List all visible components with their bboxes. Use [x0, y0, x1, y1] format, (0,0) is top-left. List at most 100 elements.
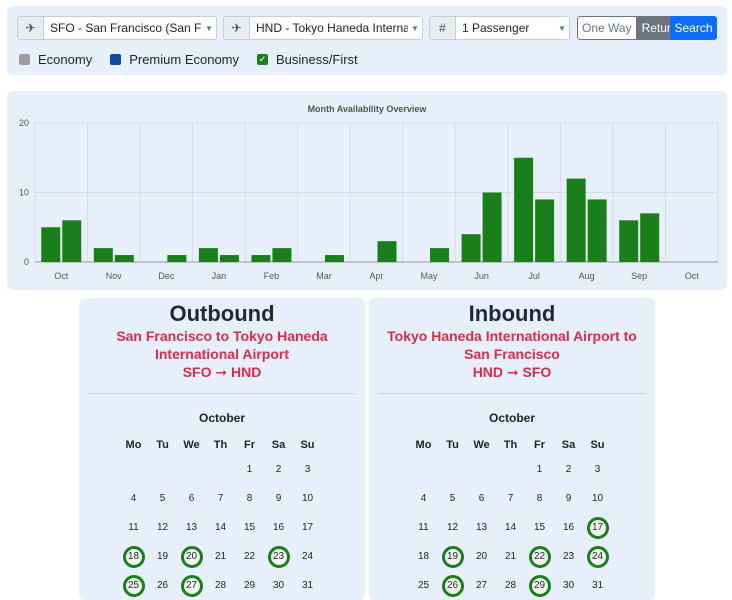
hash-icon: # — [430, 17, 456, 39]
week-row: 25 26 27 28 29 30 31 — [409, 571, 612, 600]
x-tick-label: Nov — [106, 271, 123, 281]
bar — [430, 248, 450, 262]
x-tick-label: Apr — [369, 271, 383, 281]
inbound-route-cont: San Francisco — [464, 346, 560, 362]
day: 2 — [565, 464, 572, 475]
empty-day — [438, 455, 467, 484]
cabin-filter: Economy Premium Economy ✓ Business/First — [19, 52, 366, 67]
origin-select[interactable]: ✈ SFO - San Francisco (San Fra... ▼ — [17, 16, 217, 40]
empty-day — [119, 455, 148, 484]
weekday-header: Mo Tu We Th Fr Sa Su — [409, 435, 612, 455]
weekday-header: Mo Tu We Th Fr Sa Su — [119, 435, 322, 455]
day-available[interactable]: 29 — [525, 571, 554, 600]
day: 10 — [591, 493, 604, 504]
day-available[interactable]: 26 — [438, 571, 467, 600]
empty-day — [177, 455, 206, 484]
day-available[interactable]: 23 — [264, 542, 293, 571]
bar — [377, 241, 397, 262]
passengers-select[interactable]: # 1 Passenger ▼ — [429, 16, 570, 40]
x-tick-label: Dec — [158, 271, 175, 281]
x-tick-label: May — [421, 271, 439, 281]
day: 9 — [275, 493, 282, 504]
day: 9 — [565, 493, 572, 504]
week-row: 4 5 6 7 8 9 10 — [119, 484, 322, 513]
day: 19 — [156, 551, 169, 562]
search-panel: ✈ SFO - San Francisco (San Fra... ▼ ✈ HN… — [7, 6, 727, 75]
chevron-down-icon: ▼ — [558, 23, 566, 33]
day: 6 — [478, 493, 485, 504]
week-row: 11 12 13 14 15 16 17 — [119, 513, 322, 542]
bar — [514, 157, 534, 262]
day-available[interactable]: 25 — [119, 571, 148, 600]
bar — [198, 248, 218, 262]
inbound-day-grid: Mo Tu We Th Fr Sa Su 1 2 3 4 5 6 7 8 9 10 11 12 13 14 15 16 17 1… — [409, 435, 612, 600]
day-available[interactable]: 24 — [583, 542, 612, 571]
destination-value: HND - Tokyo Haneda Interna... — [256, 21, 408, 35]
day: 3 — [304, 464, 311, 475]
day: 25 — [417, 580, 430, 591]
day: 10 — [301, 493, 314, 504]
day: 13 — [475, 522, 488, 533]
day: 13 — [185, 522, 198, 533]
outbound-route: San Francisco to Tokyo Haneda — [116, 328, 328, 344]
day: 21 — [214, 551, 227, 562]
day: 16 — [272, 522, 285, 533]
empty-day — [467, 455, 496, 484]
takeoff-icon: ✈ — [18, 17, 44, 39]
bar — [167, 255, 187, 262]
weekday-label: Su — [590, 439, 605, 451]
day-available[interactable]: 20 — [177, 542, 206, 571]
chevron-down-icon: ▼ — [205, 23, 213, 33]
cabin-economy[interactable]: Economy — [19, 52, 92, 67]
bar — [535, 199, 555, 262]
day-available[interactable]: 18 — [119, 542, 148, 571]
divider — [379, 393, 645, 394]
day: 14 — [214, 522, 227, 533]
bar — [41, 227, 61, 262]
checkbox-icon[interactable] — [19, 54, 30, 65]
weekday-label: Th — [213, 439, 228, 451]
day: 20 — [475, 551, 488, 562]
day-available[interactable]: 27 — [177, 571, 206, 600]
bar — [272, 248, 292, 262]
weekday-label: Sa — [271, 439, 286, 451]
day: 5 — [159, 493, 166, 504]
one-way-button[interactable]: One Way — [577, 16, 637, 40]
day: 1 — [246, 464, 253, 475]
destination-select[interactable]: ✈ HND - Tokyo Haneda Interna... ▼ — [223, 16, 423, 40]
outbound-day-grid: Mo Tu We Th Fr Sa Su 1 2 3 4 5 6 7 8 9 10 11 12 13 14 15 16 17 1… — [119, 435, 322, 600]
x-tick-label: Jun — [474, 271, 489, 281]
inbound-calendar: Inbound Tokyo Haneda International Airpo… — [369, 298, 655, 600]
chevron-down-icon: ▼ — [411, 23, 419, 33]
day: 4 — [130, 493, 137, 504]
weekday-label: We — [473, 439, 490, 451]
origin-value: SFO - San Francisco (San Fra... — [50, 21, 202, 35]
search-button[interactable]: Search — [670, 16, 717, 40]
day: 6 — [188, 493, 195, 504]
cabin-business-first[interactable]: ✓ Business/First — [257, 52, 358, 67]
day-available[interactable]: 22 — [525, 542, 554, 571]
empty-day — [206, 455, 235, 484]
day: 30 — [272, 580, 285, 591]
day-available[interactable]: 17 — [583, 513, 612, 542]
outbound-codes: SFO ➞ HND — [182, 364, 262, 380]
weekday-label: We — [183, 439, 200, 451]
day: 24 — [301, 551, 314, 562]
inbound-route: Tokyo Haneda International Airport to — [387, 328, 637, 344]
week-row: 11 12 13 14 15 16 17 — [409, 513, 612, 542]
bar — [324, 255, 344, 262]
cabin-premium-economy[interactable]: Premium Economy — [110, 52, 239, 67]
day: 16 — [562, 522, 575, 533]
cabin-label: Economy — [38, 52, 93, 67]
day: 14 — [504, 522, 517, 533]
week-row: 1 2 3 — [409, 455, 612, 484]
day-available[interactable]: 19 — [438, 542, 467, 571]
weekday-label: Tu — [156, 439, 169, 451]
checkbox-icon[interactable] — [110, 54, 122, 65]
checkmark-icon[interactable]: ✓ — [257, 54, 269, 65]
day: 17 — [301, 522, 314, 533]
bar — [587, 199, 607, 262]
weekday-label: Mo — [415, 439, 432, 451]
day: 23 — [562, 551, 575, 562]
day: 29 — [243, 580, 256, 591]
